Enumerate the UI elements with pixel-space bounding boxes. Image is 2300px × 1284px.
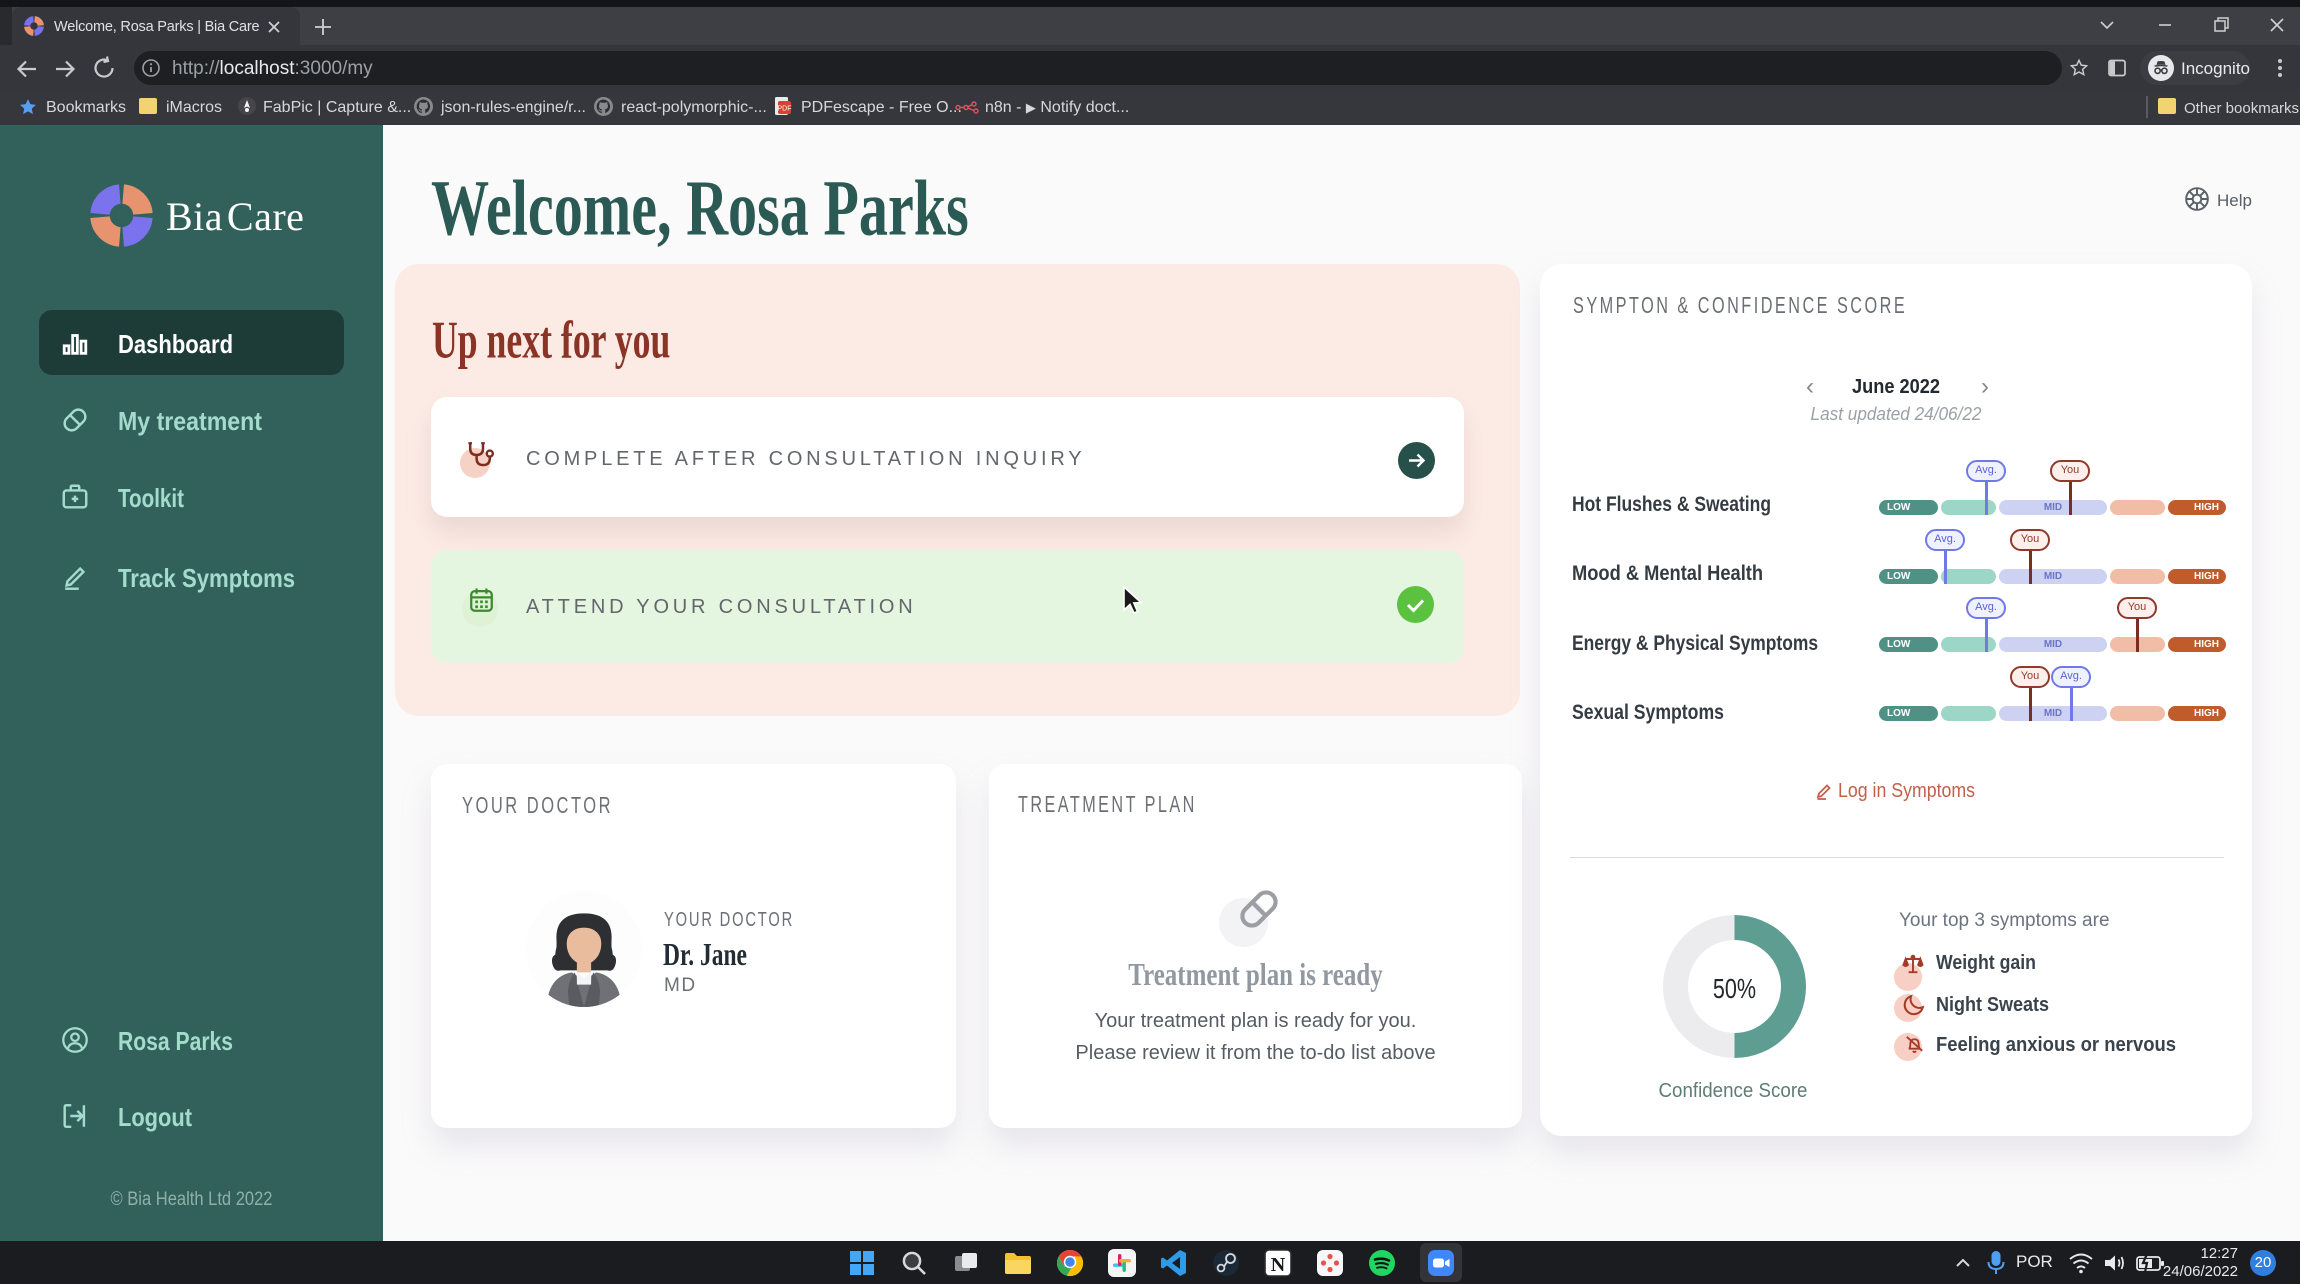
svg-text:N: N — [1271, 1254, 1286, 1276]
svg-text:PDF: PDF — [778, 106, 792, 113]
